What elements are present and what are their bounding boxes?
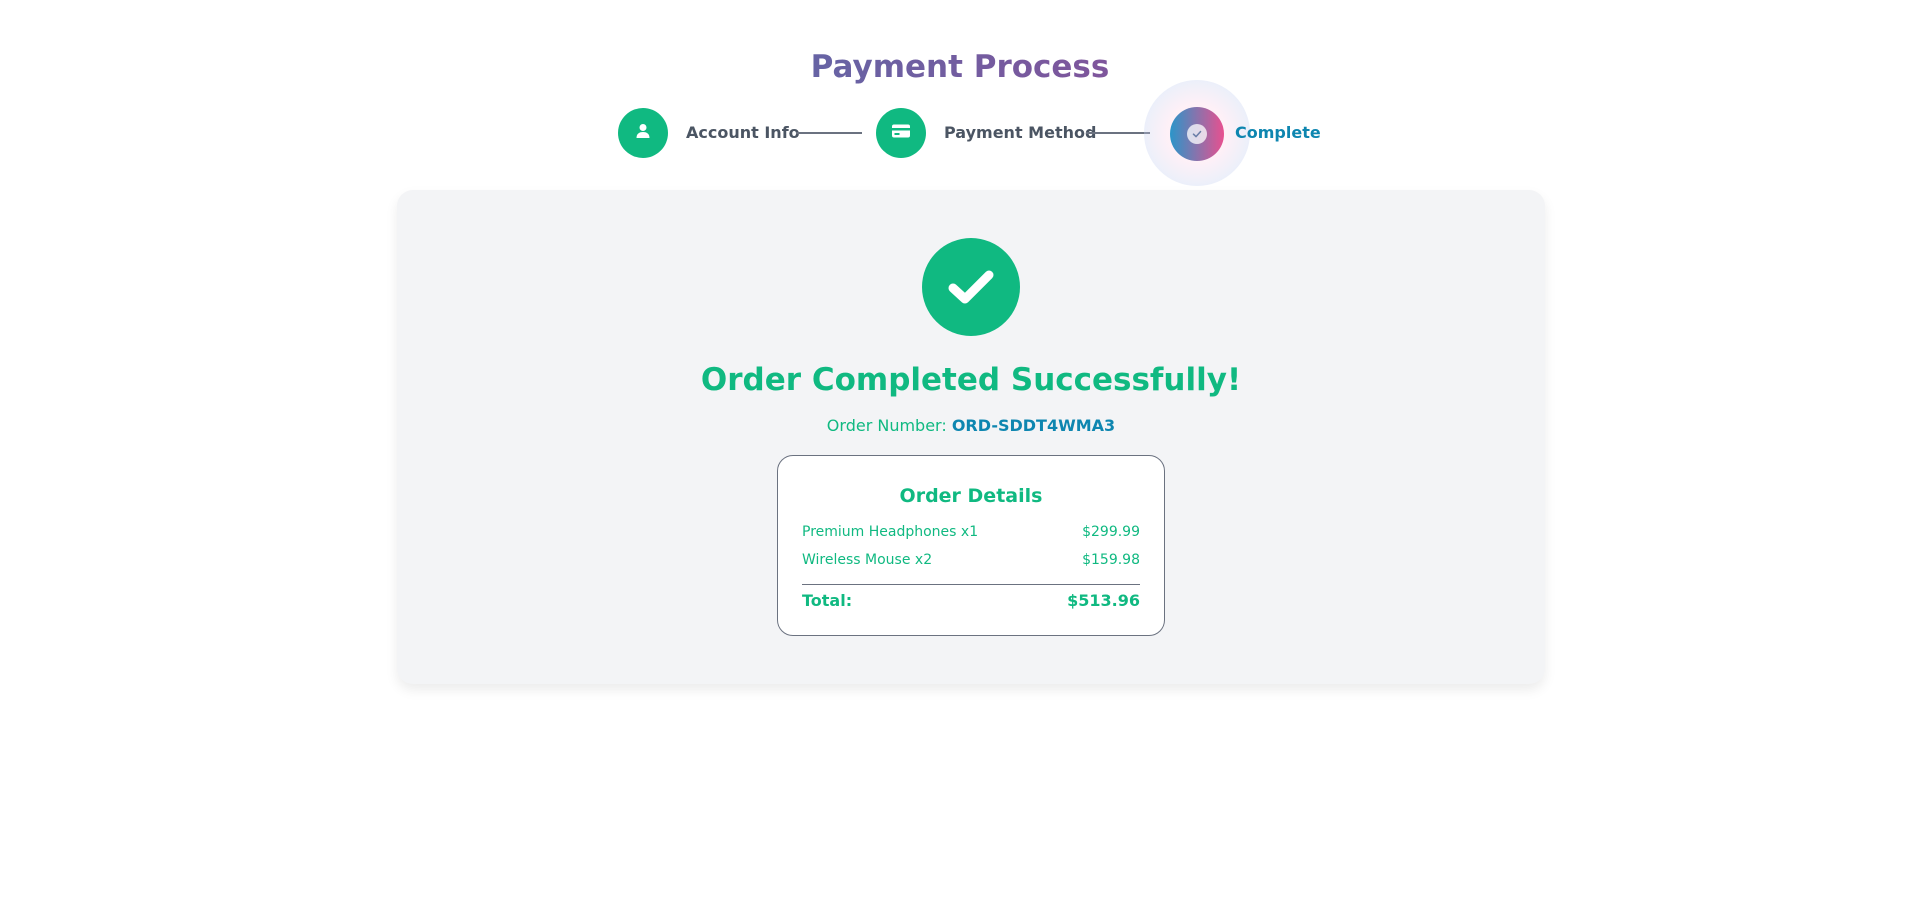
user-icon (634, 122, 652, 144)
order-item-price: $299.99 (1082, 524, 1140, 540)
step-complete-label: Complete (1235, 123, 1321, 142)
total-divider (802, 584, 1140, 585)
order-item-row: Premium Headphones x1 $299.99 (802, 522, 1140, 542)
step-account-info-circle[interactable] (618, 108, 668, 158)
step-connector (796, 132, 862, 134)
order-number: Order Number: ORD-SDDT4WMA3 (397, 415, 1545, 437)
page-title: Payment Process (0, 47, 1920, 87)
step-complete-circle[interactable] (1170, 107, 1224, 161)
checkmark-icon (922, 238, 1020, 336)
order-total-label: Total: (802, 591, 853, 610)
order-details-panel: Order Details Premium Headphones x1 $299… (777, 455, 1165, 636)
order-total-row: Total: $513.96 (802, 590, 1140, 612)
step-account-info-label: Account Info (686, 123, 800, 142)
order-number-value: ORD-SDDT4WMA3 (951, 416, 1116, 435)
order-item-row: Wireless Mouse x2 $159.98 (802, 550, 1140, 570)
step-payment-method-circle[interactable] (876, 108, 926, 158)
order-details-title: Order Details (899, 485, 1043, 507)
order-item-price: $159.98 (1082, 552, 1140, 568)
progress-stepper: Account Info Payment Method Complete (0, 80, 1920, 186)
confirmation-card: Order Completed Successfully! Order Numb… (397, 190, 1545, 684)
check-circle-icon (1187, 124, 1207, 144)
credit-card-icon (891, 123, 911, 143)
order-total-value: $513.96 (1067, 591, 1140, 610)
success-title: Order Completed Successfully! (700, 362, 1242, 398)
order-number-label: Order Number: (826, 416, 947, 435)
step-connector (1086, 132, 1150, 134)
step-payment-method-label: Payment Method (944, 123, 1097, 142)
order-item-name: Premium Headphones x1 (802, 524, 979, 540)
order-item-name: Wireless Mouse x2 (802, 552, 933, 568)
